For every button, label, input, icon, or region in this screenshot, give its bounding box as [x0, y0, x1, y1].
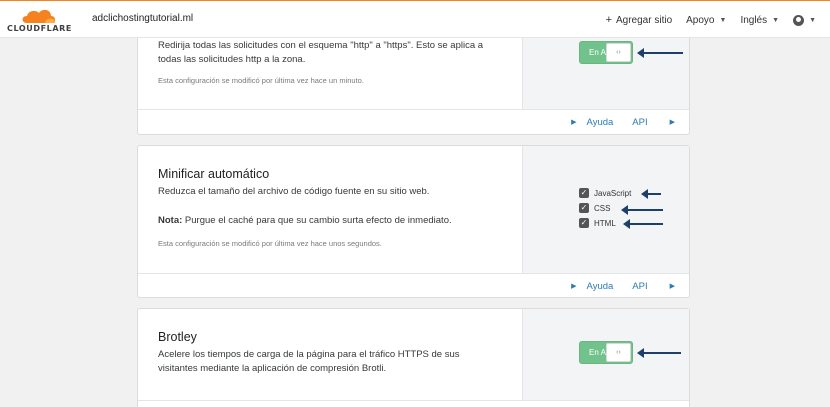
minify-javascript-option[interactable]: ✓ JavaScript [579, 188, 631, 198]
annotation-arrow [621, 205, 663, 215]
brotli-desc-line2: visitantes mediante la aplicación de com… [158, 363, 387, 374]
add-site-label: Agregar sitio [616, 14, 673, 26]
brotli-desc-line1: Acelere los tiempos de carga de la págin… [158, 349, 460, 360]
toggle-on-label: En A [589, 348, 606, 357]
brotli-toggle[interactable]: En A ‹› [579, 341, 633, 364]
toggle-on-label: En A [589, 48, 606, 57]
logo-wordmark: CLOUDFLARE [7, 24, 72, 33]
checkbox-checked-icon[interactable]: ✓ [579, 188, 589, 198]
auto-minify-purge-note: Nota: Purgue el caché para que su cambio… [158, 214, 522, 228]
user-menu[interactable]: ▼ [793, 14, 816, 26]
annotation-arrow [637, 348, 681, 358]
cloud-icon [22, 9, 56, 23]
auto-minify-controls: ✓ JavaScript ✓ CSS ✓ HTML [523, 146, 689, 273]
language-label: Inglés [740, 14, 768, 26]
toggle-knob-icon: ‹› [606, 343, 631, 362]
play-icon[interactable]: ▶ [670, 118, 675, 126]
brotli-title: Brotley [158, 330, 197, 344]
minify-html-option[interactable]: ✓ HTML [579, 218, 616, 228]
auto-minify-content: Minificar automático Reduzca el tamaño d… [138, 146, 523, 273]
toggle-knob-icon: ‹› [606, 43, 631, 62]
always-https-toggle[interactable]: En A ‹› [579, 41, 633, 64]
auto-minify-desc: Reduzca el tamaño del archivo de código … [158, 186, 430, 197]
caret-down-icon: ▼ [772, 16, 780, 24]
top-navbar: CLOUDFLARE adclichostingtutorial.ml + Ag… [0, 0, 830, 38]
auto-minify-footer: ▶ Ayuda API ▶ [138, 273, 689, 298]
api-link[interactable]: API [632, 281, 647, 292]
auto-minify-title: Minificar automático [158, 167, 270, 181]
caret-down-icon: ▼ [719, 16, 727, 24]
html-label: HTML [594, 218, 616, 228]
note-text: Purgue el caché para que su cambio surta… [182, 215, 452, 226]
play-icon[interactable]: ▶ [670, 282, 675, 290]
css-label: CSS [594, 203, 611, 213]
auto-minify-card: Minificar automático Reduzca el tamaño d… [137, 145, 690, 298]
play-icon: ▶ [571, 283, 577, 290]
cloudflare-logo[interactable]: CLOUDFLARE [7, 7, 73, 35]
auto-minify-modified-note: Esta configuración se modificó por últim… [158, 239, 382, 248]
always-https-modified-note: Esta configuración se modificó por últim… [158, 76, 364, 85]
help-link[interactable]: Ayuda [587, 281, 614, 292]
always-https-desc-line2: todas las solicitudes http a la zona. [158, 54, 306, 65]
support-label: Apoyo [686, 14, 715, 26]
javascript-label: JavaScript [594, 188, 632, 198]
annotation-arrow [637, 48, 683, 58]
play-icon: ▶ [571, 119, 577, 126]
brotli-card: Brotley Acelere los tiempos de carga de … [137, 308, 690, 407]
add-site-button[interactable]: + Agregar sitio [606, 14, 673, 26]
caret-down-icon: ▼ [809, 16, 816, 24]
api-link[interactable]: API [632, 117, 647, 128]
current-domain[interactable]: adclichostingtutorial.ml [92, 13, 193, 24]
header-nav: + Agregar sitio Apoyo ▼ Inglés ▼ ▼ [606, 1, 830, 39]
annotation-arrow [641, 189, 661, 199]
plus-icon: + [605, 14, 612, 26]
note-label: Nota: [158, 215, 183, 226]
annotation-arrow [623, 219, 663, 229]
checkbox-checked-icon[interactable]: ✓ [579, 203, 589, 213]
always-https-footer: ▶ Ayuda API ▶ [138, 109, 689, 134]
always-https-desc-line1: Redirija todas las solicitudes con el es… [158, 40, 484, 51]
language-dropdown[interactable]: Inglés ▼ [740, 15, 779, 26]
brotli-content: Brotley Acelere los tiempos de carga de … [138, 309, 523, 400]
minify-css-option[interactable]: ✓ CSS [579, 203, 610, 213]
help-link[interactable]: Ayuda [587, 117, 614, 128]
brotli-control: En A ‹› [523, 309, 689, 400]
user-icon [793, 14, 805, 26]
support-dropdown[interactable]: Apoyo ▼ [686, 15, 726, 26]
checkbox-checked-icon[interactable]: ✓ [579, 218, 589, 228]
